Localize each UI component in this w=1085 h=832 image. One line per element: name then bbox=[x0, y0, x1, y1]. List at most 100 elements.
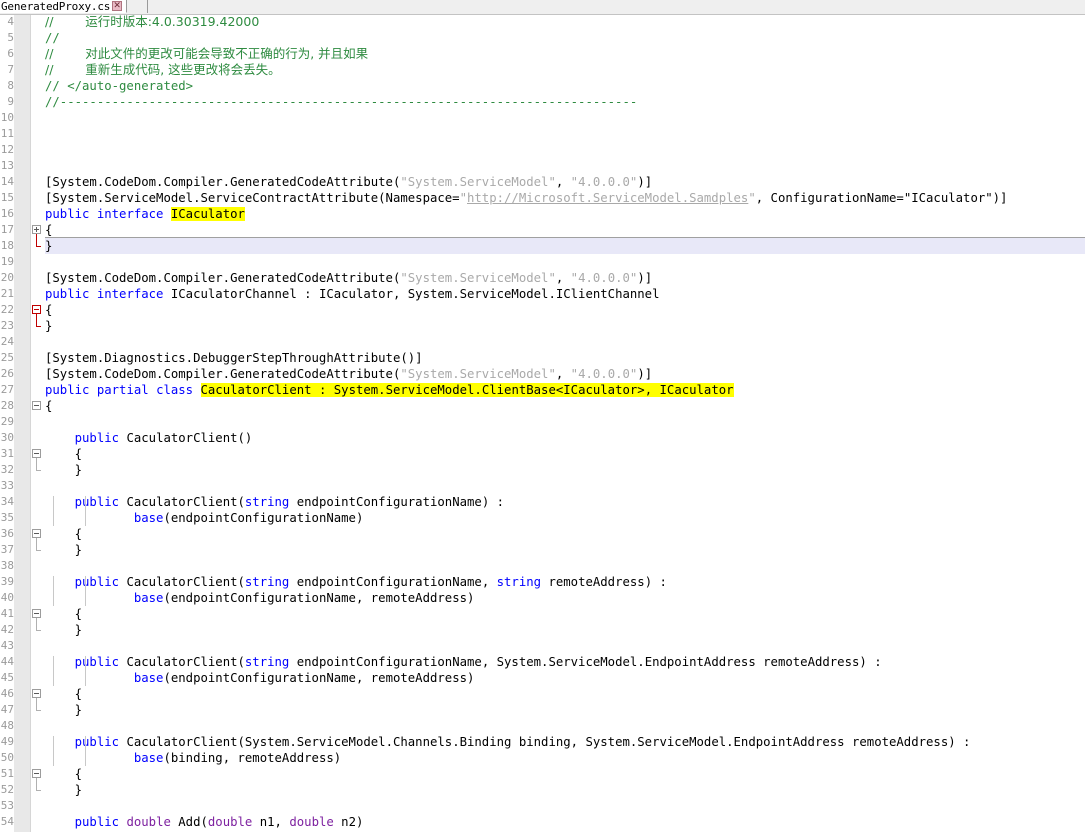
code-line[interactable]: base(endpointConfigurationName, remoteAd… bbox=[45, 670, 475, 686]
code-line[interactable]: } bbox=[45, 622, 82, 638]
code-token: { bbox=[45, 607, 83, 621]
code-line[interactable]: public CaculatorClient(string endpointCo… bbox=[45, 494, 504, 510]
collapse-region-icon[interactable] bbox=[32, 401, 41, 410]
code-token: CaculatorClient( bbox=[119, 495, 245, 509]
code-token: public bbox=[74, 431, 120, 445]
code-line[interactable]: { bbox=[45, 766, 82, 782]
code-token: )] bbox=[637, 271, 653, 285]
code-token: [System.CodeDom.Compiler.GeneratedCodeAt… bbox=[45, 175, 401, 189]
code-editor[interactable]: 4 5 6 7 8 9 10 11 12 13 14 15 16 17 18 19 20 21 22 23 24 25 26… bbox=[0, 15, 1085, 832]
code-line[interactable]: base(endpointConfigurationName) bbox=[45, 510, 364, 526]
close-icon[interactable]: ✕ bbox=[112, 1, 123, 11]
code-line[interactable]: public partial class CaculatorClient : S… bbox=[45, 382, 734, 398]
fold-bracket-line bbox=[36, 314, 37, 326]
code-line[interactable]: // 运行时版本:4.0.30319.42000 bbox=[45, 15, 259, 30]
code-token: public bbox=[45, 383, 90, 397]
code-token: (endpointConfigurationName) bbox=[163, 511, 364, 525]
code-token: "4.0.0.0" bbox=[570, 271, 638, 285]
code-line[interactable]: { bbox=[45, 446, 82, 462]
collapse-region-icon[interactable] bbox=[32, 689, 41, 698]
code-token: "ICaculator" bbox=[903, 191, 993, 205]
code-line[interactable]: [System.Diagnostics.DebuggerStepThroughA… bbox=[45, 350, 423, 366]
line-number: 13 bbox=[0, 159, 14, 172]
line-number: 12 bbox=[0, 143, 14, 156]
code-line[interactable]: { bbox=[45, 686, 82, 702]
line-number: 24 bbox=[0, 335, 14, 348]
fold-bracket-end bbox=[36, 630, 41, 631]
code-line[interactable]: public CaculatorClient(string endpointCo… bbox=[45, 654, 882, 670]
code-line[interactable]: } bbox=[45, 542, 82, 558]
code-line[interactable]: } bbox=[45, 782, 82, 798]
code-line[interactable]: // 对此文件的更改可能会导致不正确的行为, 并且如果 bbox=[45, 46, 368, 62]
code-line[interactable]: { bbox=[45, 222, 52, 238]
line-number: 36 bbox=[0, 527, 14, 540]
code-line[interactable]: public interface ICaculatorChannel : ICa… bbox=[45, 286, 660, 302]
code-token: "System.ServiceModel" bbox=[400, 367, 556, 381]
tab-generated-proxy-cs[interactable]: GeneratedProxy.cs ✕ bbox=[0, 0, 127, 13]
line-number: 53 bbox=[0, 799, 14, 812]
outlining-margin[interactable] bbox=[31, 15, 45, 832]
code-line[interactable]: // </auto-generated> bbox=[45, 78, 193, 94]
line-number: 37 bbox=[0, 543, 14, 556]
expand-region-icon[interactable] bbox=[32, 225, 41, 234]
code-line[interactable]: [System.CodeDom.Compiler.GeneratedCodeAt… bbox=[45, 174, 652, 190]
code-line[interactable]: } bbox=[45, 318, 52, 334]
code-line[interactable]: } bbox=[45, 238, 52, 254]
code-line[interactable]: [System.ServiceModel.ServiceContractAttr… bbox=[45, 190, 1007, 206]
code-line[interactable]: { bbox=[45, 302, 52, 318]
collapse-region-icon[interactable] bbox=[32, 305, 41, 314]
line-number: 35 bbox=[0, 511, 14, 524]
collapse-region-icon[interactable] bbox=[32, 529, 41, 538]
code-text-surface[interactable]: // 运行时版本:4.0.30319.42000//// 对此文件的更改可能会导… bbox=[45, 15, 1085, 832]
code-line[interactable]: { bbox=[45, 606, 82, 622]
code-line[interactable]: } bbox=[45, 462, 82, 478]
code-line[interactable]: public CaculatorClient(string endpointCo… bbox=[45, 574, 667, 590]
collapse-region-icon[interactable] bbox=[32, 449, 41, 458]
code-line[interactable]: //--------------------------------------… bbox=[45, 94, 637, 110]
indent-guide bbox=[85, 656, 86, 686]
line-number: 39 bbox=[0, 575, 14, 588]
code-token: CaculatorClient( bbox=[119, 575, 245, 589]
collapse-region-icon[interactable] bbox=[32, 769, 41, 778]
code-line[interactable]: [System.CodeDom.Compiler.GeneratedCodeAt… bbox=[45, 366, 652, 382]
line-number: 15 bbox=[0, 191, 14, 204]
line-number: 28 bbox=[0, 399, 14, 412]
code-line[interactable]: [System.CodeDom.Compiler.GeneratedCodeAt… bbox=[45, 270, 652, 286]
collapse-region-icon[interactable] bbox=[32, 609, 41, 618]
code-line[interactable]: base(endpointConfigurationName, remoteAd… bbox=[45, 590, 475, 606]
code-token: "4.0.0.0" bbox=[570, 175, 638, 189]
code-token: , bbox=[555, 367, 571, 381]
code-line[interactable]: // bbox=[45, 30, 60, 46]
code-line[interactable]: public CaculatorClient(System.ServiceMod… bbox=[45, 734, 971, 750]
line-number: 4 bbox=[7, 15, 14, 28]
line-number: 10 bbox=[0, 111, 14, 124]
current-line-highlight bbox=[45, 238, 1085, 254]
code-token: 重新生成代码, 这些更改将会丢失。 bbox=[85, 62, 281, 77]
code-token: " bbox=[748, 191, 756, 205]
code-token: n1, bbox=[252, 815, 290, 829]
code-line[interactable]: public double Add(double n1, double n2) bbox=[45, 814, 364, 830]
line-number: 52 bbox=[0, 783, 14, 796]
code-token: n2) bbox=[333, 815, 364, 829]
code-token: public bbox=[74, 495, 120, 509]
code-line[interactable]: } bbox=[45, 702, 82, 718]
line-number: 23 bbox=[0, 319, 14, 332]
indent-guide bbox=[53, 576, 54, 606]
code-token: CaculatorClient() bbox=[119, 431, 253, 445]
line-number: 30 bbox=[0, 431, 14, 444]
code-token: string bbox=[244, 655, 290, 669]
code-line[interactable]: // 重新生成代码, 这些更改将会丢失。 bbox=[45, 62, 281, 78]
selection-margin[interactable] bbox=[14, 15, 31, 832]
code-line[interactable]: { bbox=[45, 398, 52, 414]
code-token: , ConfigurationName= bbox=[755, 191, 904, 205]
code-token: [System.Diagnostics.DebuggerStepThroughA… bbox=[45, 351, 423, 365]
code-token: string bbox=[244, 575, 290, 589]
code-line[interactable]: public interface ICaculator bbox=[45, 206, 245, 222]
code-line[interactable]: base(binding, remoteAddress) bbox=[45, 750, 341, 766]
code-line[interactable]: { bbox=[45, 526, 82, 542]
code-line[interactable]: public CaculatorClient() bbox=[45, 430, 253, 446]
indent-guide bbox=[53, 496, 54, 526]
